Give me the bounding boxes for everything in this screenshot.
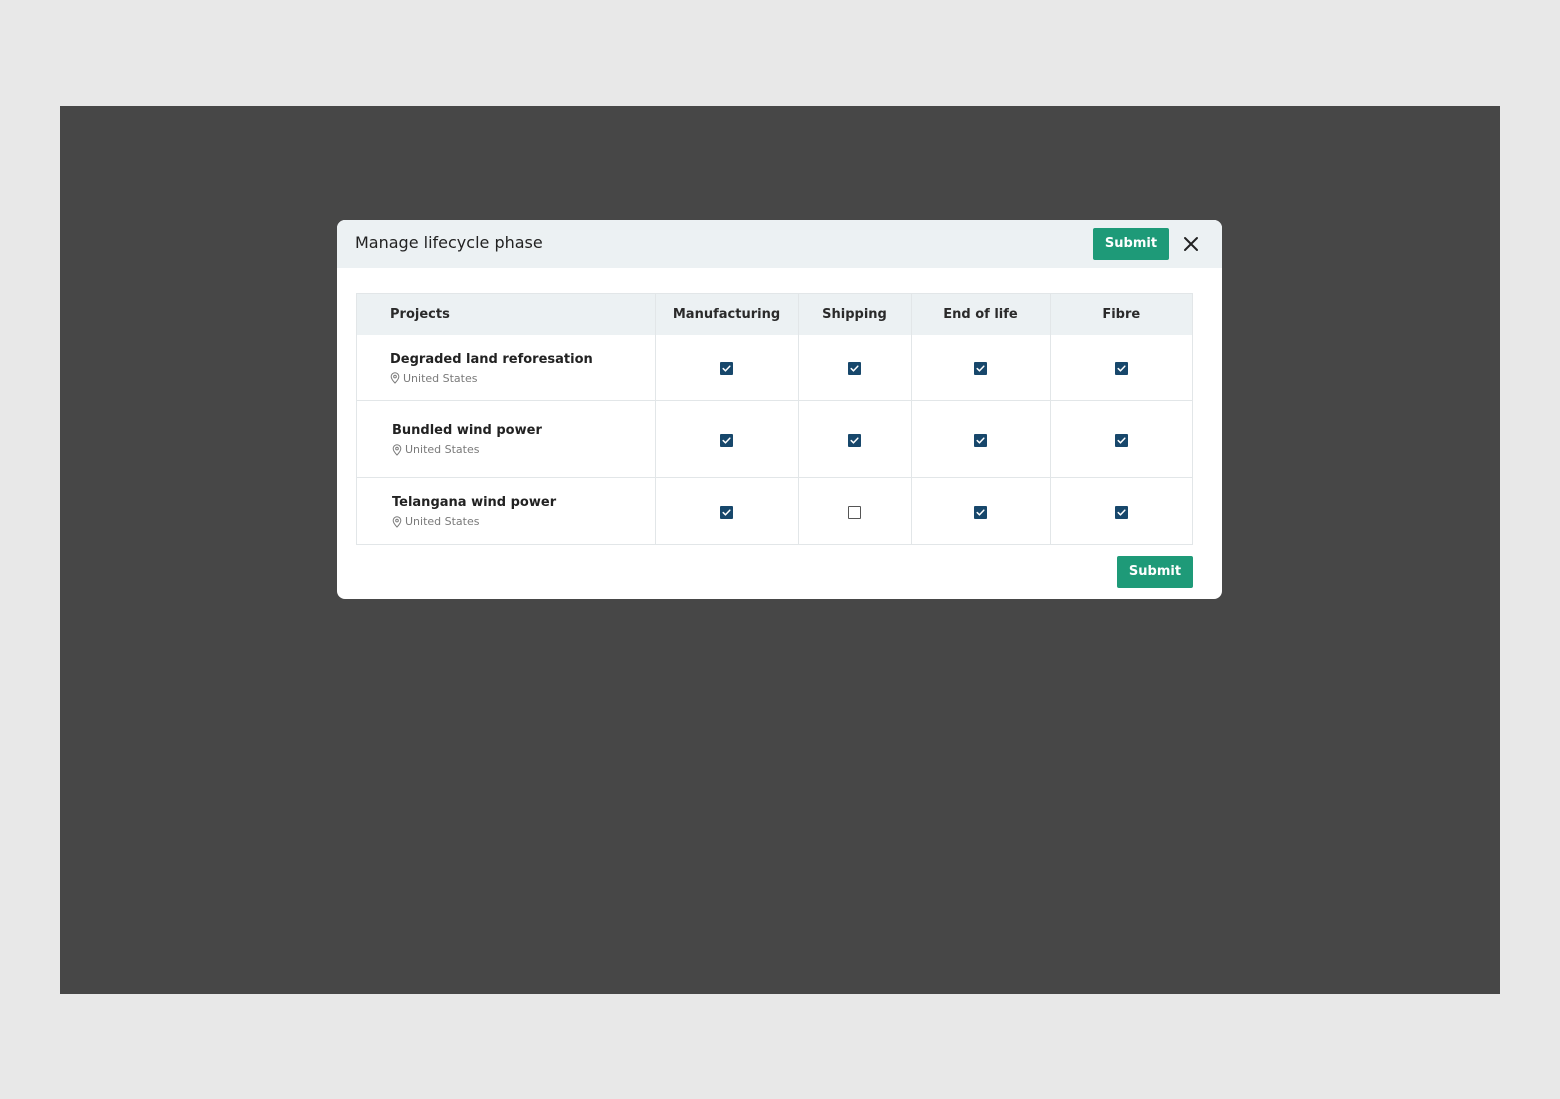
checkbox-cell-manufacturing — [655, 335, 799, 401]
checkbox-cell-fibre — [1050, 400, 1192, 478]
table-header-row: Projects Manufacturing Shipping End of l… — [357, 294, 1192, 335]
checkbox-fibre[interactable] — [1114, 362, 1128, 375]
column-header-manufacturing: Manufacturing — [655, 294, 799, 335]
checkbox-fibre[interactable] — [1114, 433, 1128, 447]
table-row: Telangana wind power United States — [357, 477, 1192, 544]
checkbox-shipping[interactable] — [848, 505, 861, 519]
checkbox-fibre[interactable] — [1114, 505, 1128, 519]
checkbox-cell-shipping — [798, 477, 912, 544]
checkbox-cell-end-of-life — [911, 477, 1051, 544]
location-pin-icon — [392, 515, 402, 528]
project-name: Telangana wind power — [392, 495, 557, 510]
column-header-fibre: Fibre — [1050, 294, 1192, 335]
project-name: Degraded land reforesation — [390, 351, 593, 367]
lifecycle-table: Projects Manufacturing Shipping End of l… — [356, 293, 1193, 545]
modal-header: Manage lifecycle phase Submit — [337, 220, 1222, 268]
project-name: Bundled wind power — [392, 423, 542, 438]
checkbox-cell-manufacturing — [655, 400, 799, 478]
column-header-shipping: Shipping — [798, 294, 912, 335]
checkbox-shipping[interactable] — [848, 433, 861, 447]
column-header-end-of-life: End of life — [911, 294, 1051, 335]
project-location-text: United States — [403, 371, 478, 385]
location-pin-icon — [390, 372, 400, 384]
checkbox-end-of-life[interactable] — [974, 362, 987, 375]
manage-lifecycle-modal: Manage lifecycle phase Submit Projects M… — [337, 220, 1222, 599]
location-pin-icon — [392, 443, 402, 456]
checkbox-end-of-life[interactable] — [974, 505, 987, 519]
checkbox-manufacturing[interactable] — [720, 433, 733, 447]
checkbox-manufacturing[interactable] — [720, 362, 733, 375]
project-location-text: United States — [405, 443, 480, 456]
column-header-projects: Projects — [357, 294, 656, 335]
project-location: United States — [392, 443, 655, 456]
submit-button-top[interactable]: Submit — [1093, 228, 1169, 260]
project-location: United States — [392, 515, 655, 528]
checkbox-cell-end-of-life — [911, 335, 1051, 401]
checkbox-cell-fibre — [1050, 335, 1192, 401]
table-row: Degraded land reforesation United States — [357, 335, 1192, 401]
project-cell: Degraded land reforesation United States — [357, 335, 656, 401]
table-row: Bundled wind power United States — [357, 400, 1192, 478]
checkbox-end-of-life[interactable] — [974, 433, 987, 447]
checkbox-cell-shipping — [798, 400, 912, 478]
modal-title: Manage lifecycle phase — [355, 233, 543, 252]
project-cell: Bundled wind power United States — [357, 400, 656, 478]
project-cell: Telangana wind power United States — [357, 477, 656, 544]
project-location-text: United States — [405, 515, 480, 528]
close-icon[interactable] — [1181, 234, 1201, 254]
checkbox-cell-manufacturing — [655, 477, 799, 544]
checkbox-shipping[interactable] — [848, 362, 861, 375]
submit-button-bottom[interactable]: Submit — [1117, 556, 1193, 588]
checkbox-manufacturing[interactable] — [720, 505, 733, 519]
project-location: United States — [390, 372, 655, 385]
checkbox-cell-fibre — [1050, 477, 1192, 544]
checkbox-cell-end-of-life — [911, 400, 1051, 478]
checkbox-cell-shipping — [798, 335, 912, 401]
